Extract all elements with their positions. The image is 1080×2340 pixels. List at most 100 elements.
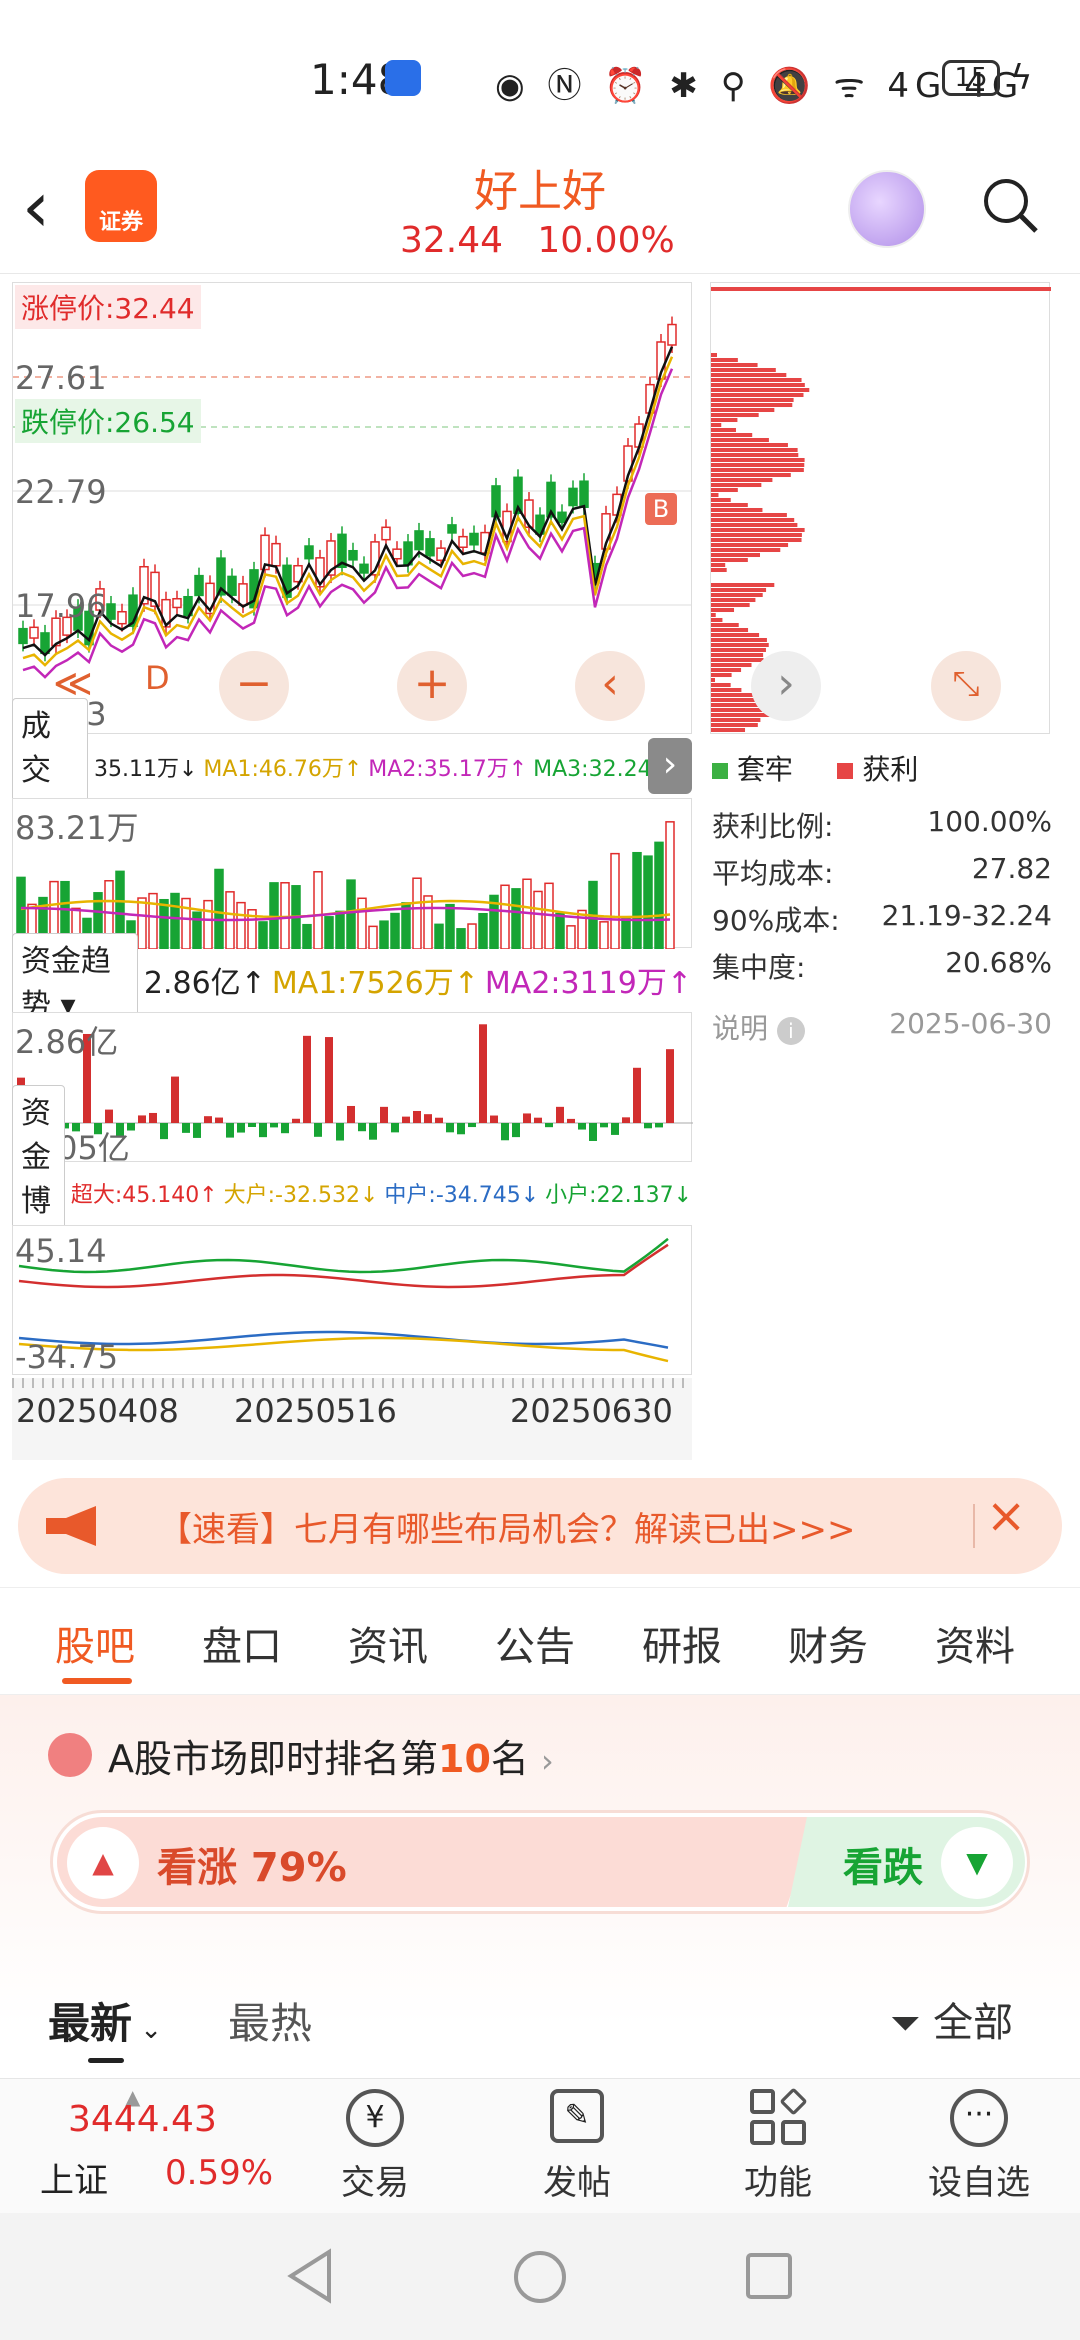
chip-bar: [711, 678, 715, 682]
chip-bar: [711, 688, 742, 692]
bearish-icon[interactable]: ▼: [941, 1827, 1013, 1899]
chip-bar: [711, 588, 767, 592]
fund-trend-chart: 2.86亿 -1.05亿: [12, 1012, 693, 1167]
expand-indicators-button[interactable]: ›: [648, 738, 692, 794]
chip-distribution-chart[interactable]: › ⤡: [710, 282, 1051, 734]
feed-tab-latest[interactable]: 最新 ⌄: [48, 1990, 162, 2051]
date-axis: 20250408 20250516 20250630: [12, 1378, 692, 1460]
chip-bar: [711, 368, 776, 372]
volume-bar: [324, 916, 334, 949]
brand-badge[interactable]: 证券: [85, 170, 157, 242]
nav-add-watchlist[interactable]: ··· 设自选: [904, 2089, 1054, 2204]
bullish-label[interactable]: 看涨 79%: [157, 1835, 347, 1893]
chip-bar: [711, 673, 732, 677]
fund-bar: [358, 1123, 366, 1132]
chip-bar: [711, 488, 738, 492]
fund-bar: [501, 1123, 509, 1141]
volume-bar: [533, 890, 543, 949]
market-rank[interactable]: A股市场即时排名第10名 ›: [108, 1728, 554, 1783]
chip-bar: [711, 528, 805, 532]
candle-body: [29, 626, 39, 639]
system-home-icon[interactable]: [512, 2249, 568, 2305]
volume-bar: [379, 920, 389, 949]
chip-bar: [711, 613, 716, 617]
trade-icon: ¥: [346, 2089, 404, 2147]
nav-functions[interactable]: 功能: [703, 2087, 853, 2204]
chip-bar: [711, 568, 727, 572]
battery-icon: 15: [942, 60, 1000, 96]
kline-chart[interactable]: 涨停价:32.44 跌停价:26.54 27.61 22.79 17.96 13…: [12, 282, 692, 734]
index-value[interactable]: 3444.43: [68, 2099, 217, 2140]
chip-bar: [711, 718, 761, 722]
volume-bar: [643, 855, 653, 949]
fullscreen-icon[interactable]: ⤡: [931, 651, 1001, 721]
tab-news[interactable]: 资讯: [348, 1614, 428, 1672]
zoom-in-button[interactable]: +: [397, 651, 467, 721]
volume-bar: [511, 888, 521, 949]
fund-bar: [391, 1123, 399, 1133]
info-icon[interactable]: i: [776, 1017, 805, 1045]
chip-bar: [711, 378, 802, 382]
tab-finance[interactable]: 财务: [788, 1614, 868, 1672]
nav-trade[interactable]: ¥ 交易: [300, 2089, 450, 2204]
candle-body: [414, 530, 424, 551]
candle-body: [667, 323, 677, 346]
fund-bar: [303, 1035, 311, 1123]
feed-filter[interactable]: ⏷ 全部: [890, 1990, 1013, 2048]
tab-profile[interactable]: 资料: [935, 1614, 1015, 1672]
fund-bar: [204, 1116, 212, 1123]
index-name[interactable]: 上证: [40, 2153, 108, 2202]
candle-body: [447, 524, 457, 534]
charging-icon: ϟ: [1010, 58, 1033, 98]
scroll-back-button[interactable]: ‹: [575, 651, 645, 721]
zoom-out-button[interactable]: −: [219, 651, 289, 721]
rank-prefix: A股市场即时排名第: [108, 1737, 438, 1781]
volume-bar: [192, 911, 202, 949]
chip-bar: [711, 493, 719, 497]
volume-value: 35.11万↓: [94, 757, 198, 782]
system-back-icon[interactable]: [285, 2248, 335, 2304]
fund-bar: [402, 1116, 410, 1123]
feed-tab-hot[interactable]: 最热: [228, 1990, 312, 2051]
fund-game-header: 资金博弈 ▾ 超大:45.140↑ 大户:-32.532↓ 中户:-34.745…: [12, 1084, 692, 1302]
chip-next-button[interactable]: ›: [751, 651, 821, 721]
nav-label: 交易: [341, 2163, 409, 2203]
tab-research[interactable]: 研报: [642, 1614, 722, 1672]
bullish-icon[interactable]: ▲: [67, 1827, 139, 1899]
chip-bar: [711, 463, 805, 467]
candle-body: [172, 597, 182, 609]
fund-trend-header: 资金趋势 ▾ 2.86亿↑ MA1:7526万↑ MA2:3119万↑: [12, 933, 692, 1027]
rank-number: 10: [438, 1737, 491, 1781]
fund-bar: [369, 1123, 377, 1140]
bearish-label[interactable]: 看跌: [843, 1835, 923, 1893]
sentiment-bar: ▲ 看涨 79% 看跌 ▼: [50, 1810, 1030, 1914]
nav-post[interactable]: ✎ 发帖: [502, 2089, 652, 2204]
banner-divider: [973, 1504, 975, 1548]
chip-note-row[interactable]: 说明 i 2025-06-30: [712, 993, 1052, 1053]
index-change[interactable]: 0.59%: [165, 2153, 273, 2193]
volume-bar: [566, 925, 576, 949]
fund-game-small: 小户:22.137↓: [545, 1183, 692, 1208]
candle-body: [425, 538, 435, 557]
volume-bar: [159, 898, 169, 949]
chip-bar: [711, 513, 787, 517]
chip-bar: [711, 543, 789, 547]
chip-bar: [711, 438, 769, 442]
volume-bar: [500, 884, 510, 949]
chip-bar: [711, 603, 750, 607]
assistant-avatar[interactable]: [848, 170, 926, 248]
system-recents-icon[interactable]: [744, 2251, 794, 2301]
chip-bar: [711, 533, 802, 537]
tab-announcement[interactable]: 公告: [495, 1614, 575, 1672]
back-icon[interactable]: ‹: [22, 172, 50, 242]
candle-body: [458, 535, 468, 548]
fund-bar: [435, 1117, 443, 1123]
search-icon[interactable]: [980, 175, 1040, 235]
promo-banner[interactable]: 【速看】七月有哪些布局机会？解读已出>>> ×: [18, 1478, 1062, 1574]
stat-row: 平均成本: 27.82: [712, 852, 1052, 899]
chip-bar: [711, 633, 760, 637]
close-icon[interactable]: ×: [986, 1488, 1026, 1544]
volume-bar: [203, 899, 213, 949]
tab-guba[interactable]: 股吧: [55, 1614, 135, 1672]
tab-pankou[interactable]: 盘口: [202, 1614, 282, 1672]
